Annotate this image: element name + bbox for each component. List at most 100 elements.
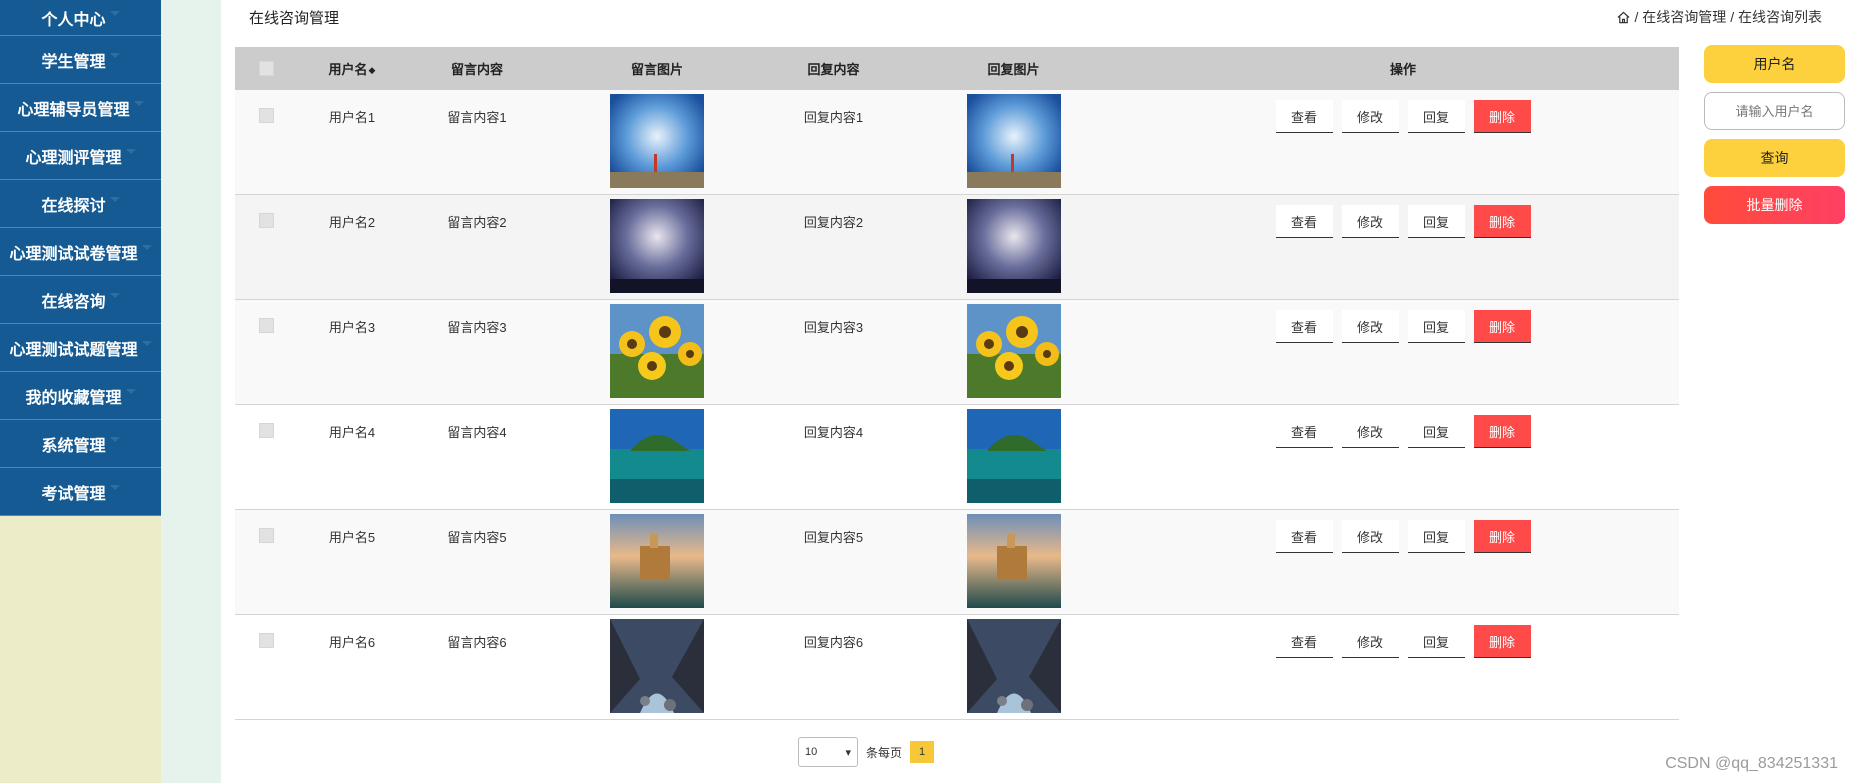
menu-label: 心理测评管理 [25,149,122,167]
menu-item-favorites[interactable]: 我的收藏管理 [0,372,161,420]
message-image[interactable] [610,94,704,188]
breadcrumb-item: / 在线咨询列表 [1730,9,1822,25]
menu-item-system[interactable]: 系统管理 [0,420,161,468]
sidebar: 个人中心 学生管理 心理辅导员管理 心理测评管理 在线探讨 心理测试试卷管理 在… [0,0,161,783]
row-checkbox[interactable] [258,108,274,123]
reply-image[interactable] [966,619,1061,713]
delete-button[interactable]: 删除 [1473,625,1531,658]
sort-icon[interactable]: ◆ [369,65,376,76]
menu-item-discussion[interactable]: 在线探讨 [0,180,161,228]
row-actions: 查看 修改 回复 删除 [1127,90,1679,194]
cell-message-image [547,90,767,194]
caret-down-icon [109,11,120,16]
reply-image[interactable] [966,514,1061,608]
table-row: 用户名6 留言内容6 回复内容6 查看 修改 回复 删除 [235,615,1679,720]
reply-button[interactable]: 回复 [1407,310,1465,343]
delete-button[interactable]: 删除 [1473,310,1531,343]
row-actions: 查看 修改 回复 删除 [1127,195,1679,299]
row-checkbox[interactable] [258,633,274,648]
edit-button[interactable]: 修改 [1341,205,1399,238]
view-button[interactable]: 查看 [1275,205,1333,238]
cell-message: 留言内容5 [447,530,507,545]
row-checkbox[interactable] [258,528,274,543]
reply-button[interactable]: 回复 [1407,100,1465,133]
message-image[interactable] [610,514,704,608]
view-button[interactable]: 查看 [1275,415,1333,448]
menu-item-test-papers[interactable]: 心理测试试卷管理 [0,228,161,276]
row-checkbox-cell [235,300,297,404]
row-actions: 查看 修改 回复 删除 [1127,510,1679,614]
edit-button[interactable]: 修改 [1341,310,1399,343]
delete-button[interactable]: 删除 [1473,100,1531,133]
edit-button[interactable]: 修改 [1341,100,1399,133]
view-button[interactable]: 查看 [1275,625,1333,658]
column-header-user[interactable]: 用户名◆ [297,59,407,78]
message-image[interactable] [610,409,704,503]
cell-message-image [547,510,767,614]
reply-button[interactable]: 回复 [1407,205,1465,238]
delete-button[interactable]: 删除 [1473,205,1531,238]
row-checkbox[interactable] [258,318,274,333]
menu-label: 个人中心 [41,11,106,29]
delete-button[interactable]: 删除 [1473,415,1531,448]
edit-button[interactable]: 修改 [1341,415,1399,448]
view-button[interactable]: 查看 [1275,100,1333,133]
page-size-select[interactable]: 10 ▾ [798,737,858,767]
breadcrumb: / 在线咨询管理 / 在线咨询列表 [1617,7,1822,27]
caret-down-icon [125,149,136,154]
row-checkbox[interactable] [258,213,274,228]
cell-user: 用户名2 [328,215,376,230]
menu-item-exams[interactable]: 考试管理 [0,468,161,516]
reply-button[interactable]: 回复 [1407,415,1465,448]
cell-message: 留言内容1 [447,110,507,125]
reply-image[interactable] [966,304,1061,398]
reply-image[interactable] [966,199,1061,293]
column-header-reply: 回复内容 [807,62,860,77]
view-button[interactable]: 查看 [1275,310,1333,343]
menu-label: 在线咨询 [41,293,106,311]
per-page-label: 条每页 [866,745,903,760]
caret-down-icon [141,341,152,346]
cell-message-image [547,300,767,404]
page-number-current[interactable]: 1 [910,741,935,763]
breadcrumb-item[interactable]: / 在线咨询管理 [1634,7,1726,27]
menu-item-online-consult[interactable]: 在线咨询 [0,276,161,324]
table-row: 用户名1 留言内容1 回复内容1 查看 修改 回复 删除 [235,90,1679,195]
message-image[interactable] [610,304,704,398]
cell-reply-image [900,510,1127,614]
caret-down-icon [109,197,120,202]
view-button[interactable]: 查看 [1275,520,1333,553]
reply-button[interactable]: 回复 [1407,520,1465,553]
menu-item-counselors[interactable]: 心理辅导员管理 [0,84,161,132]
menu-item-assessment[interactable]: 心理测评管理 [0,132,161,180]
row-checkbox[interactable] [258,423,274,438]
edit-button[interactable]: 修改 [1341,520,1399,553]
row-actions: 查看 修改 回复 删除 [1127,405,1679,509]
menu-item-personal-center[interactable]: 个人中心 [0,0,161,36]
column-header-message: 留言内容 [450,62,503,77]
cell-message: 留言内容3 [447,320,507,335]
reply-image[interactable] [966,94,1061,188]
batch-delete-button[interactable]: 批量删除 [1704,186,1845,224]
reply-button[interactable]: 回复 [1407,625,1465,658]
reply-image[interactable] [966,409,1061,503]
edit-button[interactable]: 修改 [1341,625,1399,658]
message-image[interactable] [610,619,704,713]
menu-item-students[interactable]: 学生管理 [0,36,161,84]
message-image[interactable] [610,199,704,293]
caret-down-icon [109,293,120,298]
username-search-input[interactable] [1704,92,1845,130]
cell-reply-image [900,615,1127,719]
cell-message: 留言内容2 [447,215,507,230]
home-icon[interactable] [1617,11,1630,24]
row-checkbox-cell [235,90,297,194]
main-content: 在线咨询管理 / 在线咨询管理 / 在线咨询列表 用户名◆ 留言内容 留言图片 … [221,0,1850,783]
select-all-checkbox[interactable] [258,61,274,76]
delete-button[interactable]: 删除 [1473,520,1531,553]
row-checkbox-cell [235,510,297,614]
menu-item-test-questions[interactable]: 心理测试试题管理 [0,324,161,372]
cell-user: 用户名6 [328,635,376,650]
caret-down-icon [109,485,120,490]
cell-reply: 回复内容4 [803,425,864,440]
query-button[interactable]: 查询 [1704,139,1845,177]
